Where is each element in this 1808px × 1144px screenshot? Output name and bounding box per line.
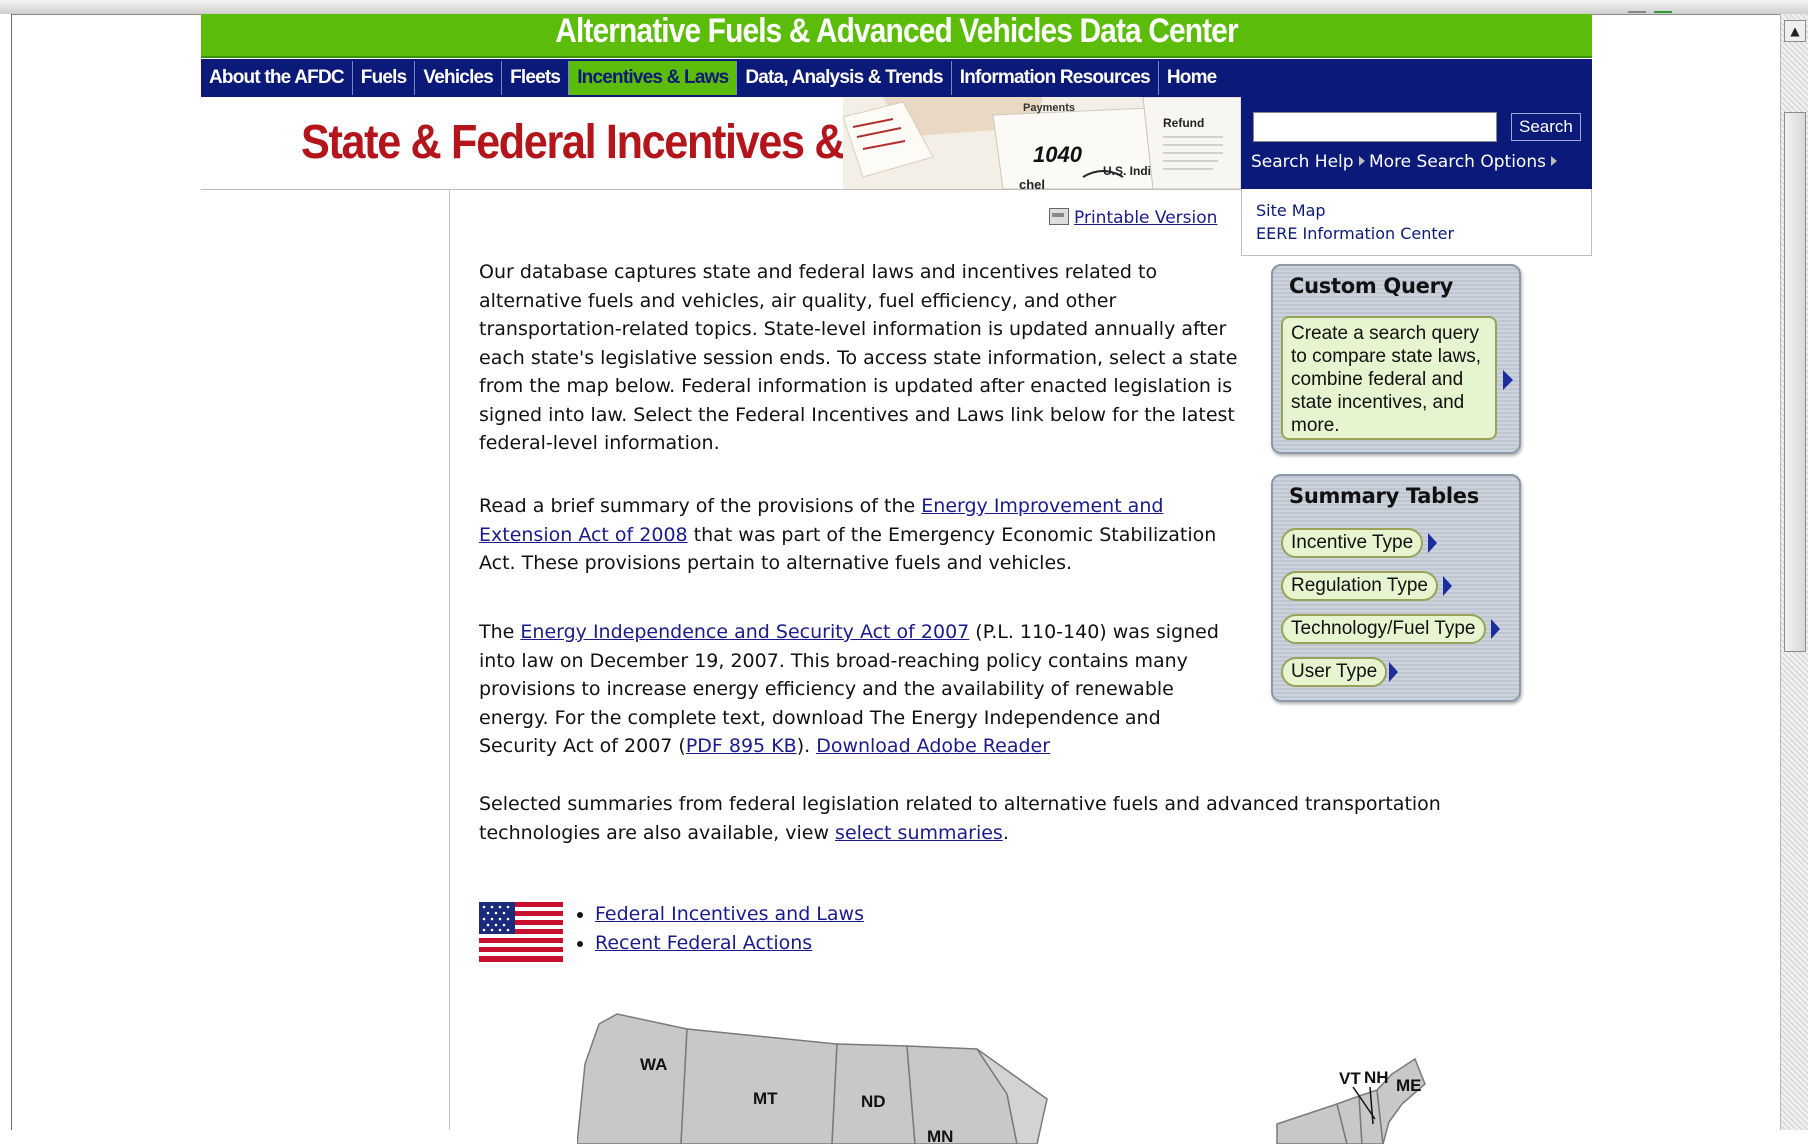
nav-home[interactable]: Home bbox=[1159, 61, 1225, 95]
play-arrow-icon[interactable] bbox=[1503, 370, 1513, 390]
nav-incentives-laws[interactable]: Incentives & Laws bbox=[569, 61, 738, 95]
main-navigation: About the AFDC Fuels Vehicles Fleets Inc… bbox=[201, 59, 1592, 97]
eisa-text-prefix: The bbox=[479, 621, 521, 643]
scrollbar-thumb[interactable] bbox=[1784, 112, 1806, 652]
search-panel: Search Search Help More Search Options bbox=[1241, 97, 1592, 189]
play-arrow-icon[interactable] bbox=[1443, 576, 1452, 596]
map-state-wa bbox=[577, 1013, 688, 1144]
eisa-pdf-link[interactable]: PDF 895 KB bbox=[686, 735, 797, 757]
search-input[interactable] bbox=[1253, 112, 1497, 142]
summary-tables-widget: Summary Tables Incentive Type Regulation… bbox=[1271, 474, 1521, 702]
eiea-paragraph: Read a brief summary of the provisions o… bbox=[479, 492, 1239, 578]
list-item: Recent Federal Actions bbox=[595, 929, 864, 958]
summary-incentive-type-button[interactable]: Incentive Type bbox=[1281, 528, 1424, 558]
eisa-paragraph: The Energy Independence and Security Act… bbox=[479, 618, 1239, 761]
federal-incentives-laws-link[interactable]: Federal Incentives and Laws bbox=[595, 903, 864, 925]
nav-data-analysis-trends[interactable]: Data, Analysis & Trends bbox=[737, 61, 952, 95]
list-item: Federal Incentives and Laws bbox=[595, 900, 864, 929]
state-label-me[interactable]: ME bbox=[1396, 1076, 1422, 1095]
eere-info-center-link[interactable]: EERE Information Center bbox=[1256, 222, 1577, 245]
search-help-label: Search Help bbox=[1251, 152, 1354, 172]
state-label-wa[interactable]: WA bbox=[640, 1055, 667, 1074]
recent-federal-actions-link[interactable]: Recent Federal Actions bbox=[595, 932, 812, 954]
custom-query-title: Custom Query bbox=[1289, 274, 1454, 298]
nav-vehicles[interactable]: Vehicles bbox=[415, 61, 503, 95]
summary-tables-title: Summary Tables bbox=[1289, 484, 1479, 508]
tax-art-payments: Payments bbox=[1023, 102, 1075, 114]
printer-icon bbox=[1049, 208, 1069, 225]
site-banner-title: Alternative Fuels & Advanced Vehicles Da… bbox=[555, 12, 1238, 50]
nav-fleets[interactable]: Fleets bbox=[502, 61, 570, 95]
tax-art-refund: Refund bbox=[1163, 116, 1204, 130]
scroll-up-arrow-icon[interactable]: ▲ bbox=[1784, 20, 1806, 42]
play-arrow-icon[interactable] bbox=[1389, 662, 1398, 682]
page-container: Alternative Fuels & Advanced Vehicles Da… bbox=[201, 12, 1592, 1144]
custom-query-description[interactable]: Create a search query to compare state l… bbox=[1281, 316, 1497, 440]
printable-version[interactable]: Printable Version bbox=[1049, 208, 1217, 228]
map-state-ny bbox=[1276, 1103, 1348, 1144]
summaries-paragraph: Selected summaries from federal legislat… bbox=[479, 790, 1479, 847]
maximize-icon[interactable] bbox=[1654, 2, 1672, 13]
window-left-border bbox=[0, 14, 12, 1130]
search-help-link[interactable]: Search Help bbox=[1251, 152, 1365, 172]
search-button[interactable]: Search bbox=[1511, 113, 1581, 141]
left-column-divider bbox=[449, 190, 450, 1130]
summary-user-type-button[interactable]: User Type bbox=[1281, 657, 1388, 687]
site-links-box: Site Map EERE Information Center bbox=[1241, 189, 1592, 256]
vertical-scrollbar[interactable]: ▲ bbox=[1780, 14, 1808, 1130]
federal-links-list: Federal Incentives and Laws Recent Feder… bbox=[571, 900, 864, 957]
tax-forms-image: Payments 1040 Refund U.S. Indi chel bbox=[843, 97, 1241, 189]
chevron-right-icon bbox=[1358, 156, 1365, 166]
nav-about-afdc[interactable]: About the AFDC bbox=[201, 61, 353, 95]
nav-fuels[interactable]: Fuels bbox=[353, 61, 416, 95]
minimize-icon[interactable] bbox=[1628, 2, 1646, 13]
state-label-mt[interactable]: MT bbox=[753, 1089, 778, 1108]
us-state-map[interactable]: WA MT ND MN VT NH ME bbox=[577, 1004, 1437, 1144]
eiea-text-prefix: Read a brief summary of the provisions o… bbox=[479, 495, 922, 517]
map-state-mn bbox=[906, 1045, 1018, 1144]
eisa-2007-link[interactable]: Energy Independence and Security Act of … bbox=[520, 621, 969, 643]
state-label-nh[interactable]: NH bbox=[1364, 1068, 1389, 1087]
chevron-right-icon bbox=[1550, 156, 1557, 166]
adobe-reader-link[interactable]: Download Adobe Reader bbox=[816, 735, 1050, 757]
intro-paragraph: Our database captures state and federal … bbox=[479, 261, 1238, 454]
state-label-vt[interactable]: VT bbox=[1339, 1069, 1361, 1088]
us-flag-icon bbox=[479, 902, 563, 962]
select-summaries-link[interactable]: select summaries bbox=[835, 822, 1003, 844]
map-state-mt bbox=[680, 1028, 838, 1144]
tax-art-form-number: 1040 bbox=[1033, 142, 1083, 167]
site-map-link[interactable]: Site Map bbox=[1256, 199, 1577, 222]
eisa-text-after-pdf: ). bbox=[796, 735, 817, 757]
summary-regulation-type-button[interactable]: Regulation Type bbox=[1281, 571, 1438, 601]
custom-query-widget[interactable]: Custom Query Create a search query to co… bbox=[1271, 264, 1521, 454]
more-search-options-link[interactable]: More Search Options bbox=[1369, 152, 1557, 172]
printable-version-link[interactable]: Printable Version bbox=[1074, 208, 1217, 228]
tax-art-chel: chel bbox=[1019, 177, 1045, 189]
play-arrow-icon[interactable] bbox=[1491, 619, 1500, 639]
state-label-nd[interactable]: ND bbox=[861, 1092, 886, 1111]
site-banner: Alternative Fuels & Advanced Vehicles Da… bbox=[201, 12, 1592, 58]
summary-technology-fuel-type-button[interactable]: Technology/Fuel Type bbox=[1281, 614, 1486, 644]
play-arrow-icon[interactable] bbox=[1428, 533, 1437, 553]
summaries-text-suffix: . bbox=[1002, 821, 1009, 844]
more-search-options-label: More Search Options bbox=[1369, 152, 1546, 172]
nav-information-resources[interactable]: Information Resources bbox=[952, 61, 1159, 95]
